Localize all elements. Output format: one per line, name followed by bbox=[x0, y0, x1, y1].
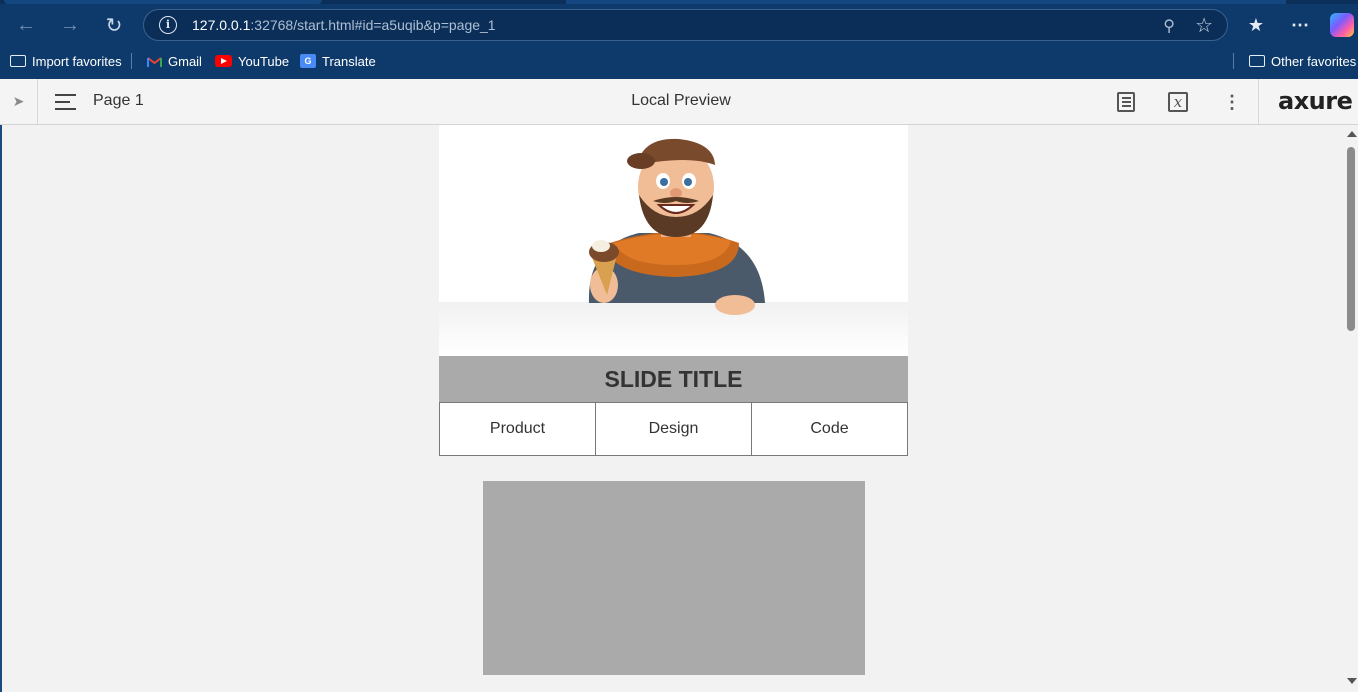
site-info-icon[interactable]: i bbox=[159, 16, 177, 34]
cartoon-character-illustration bbox=[588, 138, 765, 315]
copilot-icon[interactable] bbox=[1330, 13, 1354, 37]
folder-icon bbox=[1249, 55, 1265, 67]
hamburger-menu-icon[interactable] bbox=[55, 93, 76, 110]
bookmark-other-favorites[interactable]: Other favorites bbox=[1249, 48, 1356, 74]
page-name[interactable]: Page 1 bbox=[93, 92, 144, 110]
more-options-icon[interactable]: ⋯ bbox=[1286, 11, 1314, 39]
pin-icon[interactable]: ➤ bbox=[0, 79, 38, 124]
tab-product[interactable]: Product bbox=[439, 402, 596, 456]
browser-tab-background[interactable] bbox=[566, 0, 1286, 4]
bookmark-youtube[interactable]: YouTube bbox=[215, 48, 289, 74]
bookmark-translate[interactable]: G Translate bbox=[300, 48, 376, 74]
scrollbar-thumb[interactable] bbox=[1347, 147, 1355, 331]
youtube-icon bbox=[215, 55, 232, 67]
more-menu-icon[interactable]: ⋮ bbox=[1221, 91, 1243, 113]
address-bar[interactable]: i 127.0.0.1:32768/start.html#id=a5uqib&p… bbox=[143, 9, 1228, 41]
notes-icon[interactable] bbox=[1117, 92, 1135, 112]
browser-chrome: ← → ↻ i 127.0.0.1:32768/start.html#id=a5… bbox=[0, 0, 1358, 79]
tab-strip bbox=[0, 0, 1358, 4]
refresh-button[interactable]: ↻ bbox=[99, 10, 129, 40]
browser-tab[interactable] bbox=[4, 0, 322, 4]
bookmark-import-favorites[interactable]: Import favorites bbox=[10, 48, 122, 74]
bookmarks-bar: Import favorites Gmail YouTube G Transla… bbox=[0, 48, 1358, 74]
bookmark-label: Other favorites bbox=[1271, 53, 1357, 69]
back-button[interactable]: ← bbox=[11, 10, 41, 40]
bookmark-gmail[interactable]: Gmail bbox=[147, 48, 202, 74]
favorites-icon[interactable]: ★ bbox=[1242, 11, 1270, 39]
zoom-icon[interactable]: ⚲ bbox=[1163, 16, 1175, 36]
bookmark-divider bbox=[131, 53, 132, 69]
variables-icon[interactable]: x bbox=[1168, 92, 1188, 112]
slide-tabs: Product Design Code bbox=[439, 402, 908, 456]
favorite-star-icon[interactable]: ☆ bbox=[1195, 13, 1213, 38]
bookmark-label: Gmail bbox=[168, 53, 202, 69]
url-text[interactable]: 127.0.0.1:32768/start.html#id=a5uqib&p=p… bbox=[192, 17, 496, 33]
scroll-up-arrow-icon[interactable] bbox=[1347, 131, 1357, 137]
translate-icon: G bbox=[300, 54, 316, 68]
bookmark-label: Import favorites bbox=[32, 53, 122, 69]
forward-button[interactable]: → bbox=[55, 10, 85, 40]
tab-design[interactable]: Design bbox=[596, 402, 752, 456]
bookmark-divider bbox=[1233, 53, 1234, 69]
tab-code[interactable]: Code bbox=[752, 402, 908, 456]
slide-title: SLIDE TITLE bbox=[439, 356, 908, 402]
scroll-down-arrow-icon[interactable] bbox=[1347, 678, 1357, 684]
axure-toolbar: ➤ Page 1 Local Preview x ⋮ axure bbox=[0, 79, 1358, 125]
axure-logo: axure bbox=[1278, 87, 1353, 115]
toolbar-divider bbox=[1258, 79, 1259, 124]
prototype-canvas: SLIDE TITLE Product Design Code bbox=[2, 125, 1344, 692]
placeholder-box bbox=[483, 481, 865, 675]
gmail-icon bbox=[147, 56, 162, 67]
folder-icon bbox=[10, 55, 26, 67]
preview-title: Local Preview bbox=[631, 92, 731, 109]
bookmark-label: YouTube bbox=[238, 53, 290, 69]
hero-image bbox=[439, 125, 908, 356]
vertical-scrollbar[interactable] bbox=[1344, 125, 1358, 692]
bookmark-label: Translate bbox=[322, 53, 376, 69]
